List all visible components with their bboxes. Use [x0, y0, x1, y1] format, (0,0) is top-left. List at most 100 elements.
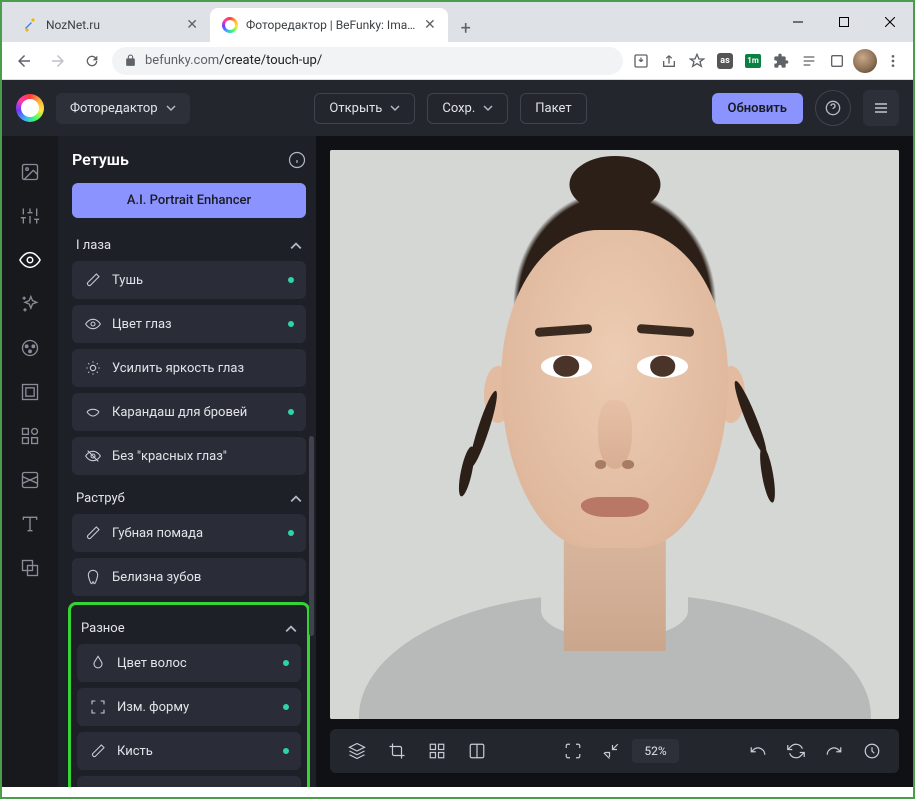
open-button[interactable]: Открыть	[314, 93, 415, 124]
tool-label: Без "красных глаз"	[112, 449, 227, 464]
tab-title: Фоторедактор | BeFunky: Image	[246, 18, 416, 32]
chevron-down-icon	[390, 103, 400, 113]
forward-button[interactable]	[44, 47, 72, 75]
redo-icon[interactable]	[817, 734, 851, 768]
premium-dot-icon	[283, 748, 289, 754]
misc-section-highlight: Разное Цвет волос Изм. форму Кисть Корре…	[68, 602, 310, 787]
rail-overlays-icon[interactable]	[10, 460, 50, 500]
history-icon[interactable]	[855, 734, 889, 768]
panel-scrollbar[interactable]	[309, 436, 314, 636]
zoom-level[interactable]: 52%	[632, 739, 678, 763]
chevron-up-icon	[285, 623, 297, 635]
tool-eye-color[interactable]: Цвет глаз	[72, 305, 306, 343]
extension-icon[interactable]: 1m	[741, 49, 765, 73]
browser-tab-1[interactable]: Фоторедактор | BeFunky: Image ✕	[210, 8, 448, 42]
befunky-logo-icon[interactable]	[16, 94, 44, 122]
downloads-icon[interactable]	[825, 49, 849, 73]
expand-icon	[89, 698, 107, 716]
tool-redeye[interactable]: Без "красных глаз"	[72, 437, 306, 475]
share-icon[interactable]	[657, 49, 681, 73]
tool-brush[interactable]: Кисть	[77, 732, 301, 770]
url-input[interactable]: befunky.com/create/touch-up/	[112, 47, 623, 75]
lipstick-icon	[84, 524, 102, 542]
rail-text-icon[interactable]	[10, 504, 50, 544]
back-button[interactable]	[10, 47, 38, 75]
fit-icon[interactable]	[594, 734, 628, 768]
chevron-down-icon	[166, 103, 176, 113]
grid-icon[interactable]	[420, 734, 454, 768]
tool-label: Белизна зубов	[112, 570, 201, 585]
upgrade-label: Обновить	[728, 101, 787, 116]
new-tab-button[interactable]: +	[452, 14, 480, 42]
tool-body-reshape[interactable]: Корректировка фигуры	[77, 776, 301, 787]
premium-dot-icon	[283, 704, 289, 710]
canvas-viewport[interactable]	[330, 150, 899, 719]
tool-label: Кисть	[117, 744, 153, 759]
app-header: Фоторедактор Открыть Сохр. Пакет Обновит…	[2, 80, 913, 136]
portrait-image	[330, 150, 899, 719]
fullscreen-icon[interactable]	[556, 734, 590, 768]
undo-icon[interactable]	[741, 734, 775, 768]
canvas-area: 52%	[316, 136, 913, 787]
panel-title: Ретушь	[72, 150, 129, 169]
save-button[interactable]: Сохр.	[427, 93, 508, 124]
tool-mascara[interactable]: Тушь	[72, 261, 306, 299]
body-icon	[89, 786, 107, 787]
rail-artsy-icon[interactable]	[10, 328, 50, 368]
tool-reshape[interactable]: Изм. форму	[77, 688, 301, 726]
tool-eyebrow-pencil[interactable]: Карандаш для бровей	[72, 393, 306, 431]
premium-dot-icon	[283, 660, 289, 666]
menu-icon[interactable]	[881, 49, 905, 73]
tool-hair-color[interactable]: Цвет волос	[77, 644, 301, 682]
rail-textures-icon[interactable]	[10, 548, 50, 588]
install-icon[interactable]	[629, 49, 653, 73]
hamburger-menu-button[interactable]	[863, 90, 899, 126]
tool-lipstick[interactable]: Губная помада	[72, 514, 306, 552]
reading-list-icon[interactable]	[797, 49, 821, 73]
eye-off-icon	[84, 447, 102, 465]
editor-mode-dropdown[interactable]: Фоторедактор	[56, 93, 190, 124]
bookmark-icon[interactable]	[685, 49, 709, 73]
tool-teeth-whiten[interactable]: Белизна зубов	[72, 558, 306, 596]
close-icon[interactable]: ✕	[424, 17, 436, 33]
tool-label: Тушь	[112, 273, 143, 288]
maximize-button[interactable]	[821, 2, 867, 42]
tooth-icon	[84, 568, 102, 586]
minimize-button[interactable]	[775, 2, 821, 42]
reset-icon[interactable]	[779, 734, 813, 768]
section-misc-header[interactable]: Разное	[77, 611, 301, 644]
rail-graphics-icon[interactable]	[10, 416, 50, 456]
section-mouth-header[interactable]: Раструб	[72, 481, 306, 514]
crop-icon[interactable]	[380, 734, 414, 768]
close-icon[interactable]: ✕	[186, 17, 198, 33]
close-window-button[interactable]	[867, 2, 913, 42]
rail-frames-icon[interactable]	[10, 372, 50, 412]
layers-icon[interactable]	[340, 734, 374, 768]
section-mouth-title: Раструб	[76, 491, 125, 506]
premium-dot-icon	[288, 409, 294, 415]
open-label: Открыть	[329, 101, 382, 116]
editor-mode-label: Фоторедактор	[70, 101, 158, 116]
reload-button[interactable]	[78, 47, 106, 75]
ai-portrait-label: A.I. Portrait Enhancer	[127, 193, 251, 208]
help-button[interactable]	[815, 90, 851, 126]
section-eyes-header[interactable]: І лаза	[72, 228, 306, 261]
compare-icon[interactable]	[460, 734, 494, 768]
rail-image-icon[interactable]	[10, 152, 50, 192]
section-eyes-title: І лаза	[76, 238, 111, 253]
tool-eye-brighten[interactable]: Усилить яркость глаз	[72, 349, 306, 387]
batch-button[interactable]: Пакет	[520, 93, 586, 124]
sun-icon	[84, 359, 102, 377]
chevron-down-icon	[483, 103, 493, 113]
browser-tab-0[interactable]: NozNet.ru ✕	[10, 8, 210, 42]
tool-label: Усилить яркость глаз	[112, 361, 244, 376]
extension-icon[interactable]: as	[713, 49, 737, 73]
rail-adjust-icon[interactable]	[10, 196, 50, 236]
ai-portrait-button[interactable]: A.I. Portrait Enhancer	[72, 183, 306, 218]
rail-touchup-icon[interactable]	[10, 240, 50, 280]
profile-avatar[interactable]	[853, 49, 877, 73]
extensions-menu-icon[interactable]	[769, 49, 793, 73]
rail-effects-icon[interactable]	[10, 284, 50, 324]
upgrade-button[interactable]: Обновить	[712, 93, 803, 124]
info-icon[interactable]	[288, 151, 306, 169]
